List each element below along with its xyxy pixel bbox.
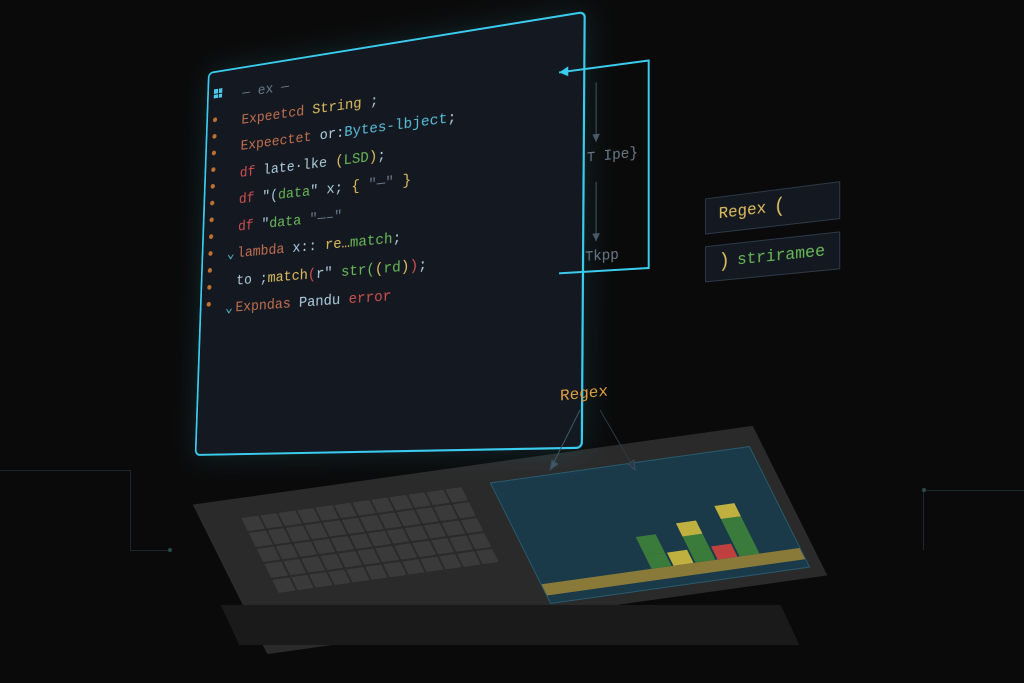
chevron-down-icon: ⌄ <box>225 295 236 323</box>
chevron-down-icon: ⌄ <box>226 241 237 269</box>
gutter-dot <box>207 302 211 307</box>
paren-close-icon: ) <box>719 250 730 274</box>
code-token: to ; <box>236 270 268 289</box>
circuit-trace <box>924 490 1024 491</box>
code-token: Expndas <box>235 295 299 316</box>
code-token: match <box>267 267 308 287</box>
laptop-base <box>210 440 810 660</box>
tag-label: striramee <box>737 242 825 270</box>
code-token: ; <box>377 147 386 165</box>
code-token: } <box>402 172 411 190</box>
gutter-dot <box>207 285 211 290</box>
gutter-dot <box>209 234 213 239</box>
gutter-dot <box>212 150 216 155</box>
editor-gutter <box>207 88 223 307</box>
code-token: Expeetcd <box>241 102 312 128</box>
code-token: r" <box>316 264 341 283</box>
code-token: df <box>238 216 262 235</box>
gutter-dot <box>211 167 215 172</box>
laptop-side <box>221 605 800 645</box>
code-token: re… <box>325 235 350 254</box>
circuit-trace <box>130 550 170 551</box>
code-token: — ex — <box>242 79 289 102</box>
gutter-dot <box>210 200 214 205</box>
tag-label: Regex <box>719 200 767 225</box>
code-token: ; <box>361 92 378 111</box>
gutter-dot <box>208 268 212 273</box>
tag-stack: Regex ( ) striramee <box>705 181 840 294</box>
code-token: ; <box>447 109 456 127</box>
code-token: late·lke <box>263 153 336 178</box>
code-token: df <box>240 162 264 181</box>
data-block <box>714 503 741 519</box>
code-token: String <box>312 95 362 118</box>
illustration-scene: — ex — Expeetcd String ; Expeectet or:By… <box>0 0 1024 683</box>
pointer-arrows-icon <box>540 400 680 490</box>
code-token: error <box>348 288 391 308</box>
gutter-dot <box>209 217 213 222</box>
circuit-node <box>922 488 926 492</box>
code-token: ; <box>418 256 427 274</box>
code-content: — ex — Expeetcd String ; Expeectet or:By… <box>225 29 573 323</box>
circuit-trace <box>923 490 924 550</box>
circuit-node <box>168 548 172 552</box>
flow-label-bottom: ⊤kpp <box>585 245 619 266</box>
code-token: str( <box>341 261 375 281</box>
code-token: data <box>278 184 311 204</box>
code-token: or: <box>319 125 344 145</box>
flow-annotations: ⊤ Ipe} ⊤kpp <box>559 52 673 303</box>
flow-arrows-icon <box>559 52 673 303</box>
code-token: match <box>350 231 393 252</box>
gutter-dot <box>213 117 217 122</box>
circuit-trace <box>0 470 130 471</box>
grid-icon <box>214 88 223 98</box>
code-token: rd <box>383 259 401 278</box>
code-token: x:: <box>292 237 325 257</box>
gutter-dot <box>211 184 215 189</box>
code-token: df <box>239 189 263 208</box>
code-token: lambda <box>237 240 293 261</box>
data-block <box>636 534 665 556</box>
code-editor-panel: — ex — Expeetcd String ; Expeectet or:By… <box>195 11 586 456</box>
code-token: data <box>269 212 301 232</box>
data-block <box>676 521 703 537</box>
code-token: " x; <box>310 179 352 200</box>
tag-regex: Regex ( <box>705 181 840 234</box>
paren-open-icon: ( <box>774 195 785 219</box>
code-token: "—" <box>360 173 403 195</box>
tag-striramee: ) striramee <box>705 231 840 282</box>
code-token: LSD <box>343 149 369 169</box>
gutter-dot <box>208 251 212 256</box>
circuit-trace <box>130 470 131 550</box>
gutter-dot <box>212 134 216 139</box>
code-token: ; <box>392 230 401 248</box>
code-token: "—–" <box>301 208 342 229</box>
code-token: Pandu <box>299 291 349 311</box>
code-token: "( <box>262 188 278 206</box>
code-token: Expeectet <box>240 128 320 155</box>
